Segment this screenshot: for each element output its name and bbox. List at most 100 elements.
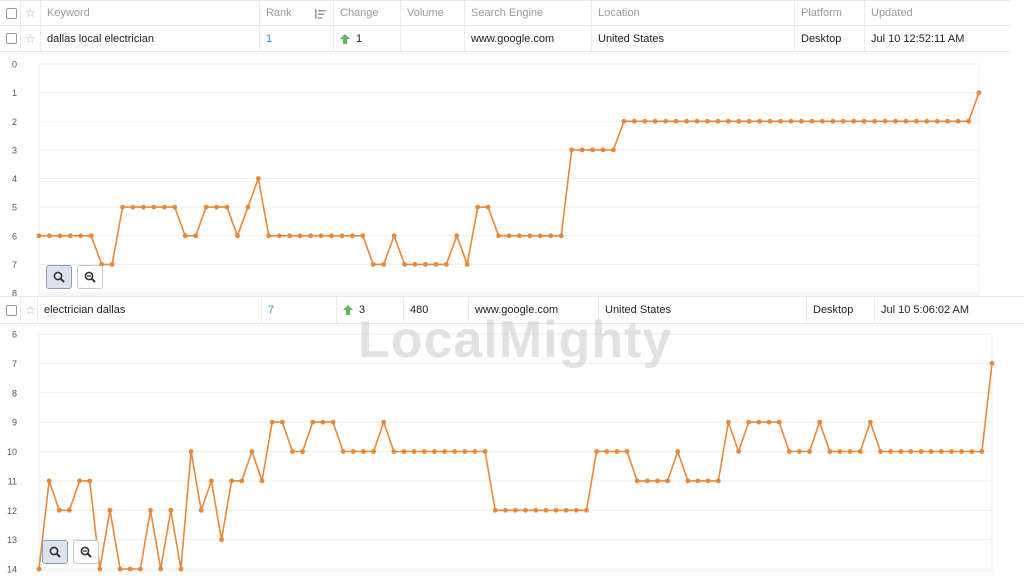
data-point: [168, 507, 174, 513]
data-point: [837, 449, 843, 454]
data-point: [117, 566, 123, 572]
data-point: [655, 478, 660, 484]
data-point: [178, 566, 184, 572]
data-point: [736, 449, 741, 454]
y-tick-label: 3: [12, 145, 17, 155]
data-point: [882, 118, 888, 124]
star-icon[interactable]: ☆: [25, 303, 36, 317]
rank-link[interactable]: 1: [266, 33, 272, 45]
column-header-search-engine[interactable]: Search Engine: [464, 1, 591, 25]
data-point: [371, 449, 376, 454]
data-point: [600, 147, 606, 153]
data-point: [310, 419, 316, 425]
data-point: [340, 449, 346, 454]
y-tick-label: 4: [12, 174, 17, 184]
data-point: [644, 478, 650, 484]
data-point: [908, 449, 914, 454]
plot-frame: [38, 63, 980, 296]
y-tick-label: 14: [7, 565, 17, 575]
star-icon[interactable]: ☆: [25, 6, 36, 20]
data-point: [888, 449, 894, 454]
star-icon[interactable]: ☆: [25, 32, 36, 46]
data-point: [827, 449, 833, 454]
data-point: [442, 449, 447, 454]
sort-icon[interactable]: [315, 9, 327, 19]
rank-link[interactable]: 7: [268, 304, 274, 316]
y-tick-label: 9: [12, 418, 17, 428]
data-point: [198, 507, 204, 513]
row-checkbox[interactable]: [6, 304, 17, 316]
row-select-cell[interactable]: [0, 26, 20, 51]
data-point: [391, 233, 397, 239]
data-point: [443, 261, 449, 267]
data-point: [746, 419, 752, 425]
data-point: [673, 118, 679, 124]
data-point: [182, 233, 188, 239]
rank-history-chart: 6 7 8 9 10 11 12 13 14: [0, 326, 1024, 576]
rank-cell[interactable]: 1: [259, 26, 333, 51]
data-point: [411, 449, 417, 454]
column-header-change[interactable]: Change: [333, 1, 400, 25]
data-point: [279, 419, 285, 425]
select-all-checkbox[interactable]: [6, 7, 17, 19]
data-point: [36, 566, 42, 572]
y-tick-label: 1: [12, 88, 17, 98]
data-point: [928, 449, 934, 454]
data-point: [955, 118, 961, 124]
data-point: [329, 233, 334, 239]
data-point: [188, 449, 194, 454]
zoom-in-button[interactable]: [42, 540, 68, 564]
data-point: [945, 118, 951, 124]
data-point: [433, 261, 439, 267]
data-point: [496, 233, 501, 239]
data-point: [239, 478, 245, 484]
keyword-cell[interactable]: electrician dallas: [37, 297, 261, 323]
data-point: [817, 419, 823, 425]
platform-cell: Desktop: [806, 297, 874, 323]
data-point: [563, 507, 569, 513]
column-header-volume[interactable]: Volume: [400, 1, 464, 25]
up-arrow-icon: [340, 33, 350, 44]
data-point: [492, 507, 498, 513]
data-point: [276, 233, 282, 239]
data-point: [130, 204, 136, 210]
table-row[interactable]: ☆ dallas local electrician 1 1 www.googl…: [0, 26, 1010, 52]
keyword-cell[interactable]: dallas local electrician: [40, 26, 259, 51]
row-checkbox[interactable]: [6, 33, 17, 44]
data-point: [778, 118, 783, 124]
row-star-cell[interactable]: ☆: [20, 26, 40, 51]
data-point: [746, 118, 752, 124]
zoom-out-button[interactable]: [77, 265, 103, 289]
table-header: ☆ Keyword Rank Change Volume Search Engi…: [0, 0, 1010, 26]
row-select-cell[interactable]: [0, 297, 20, 323]
zoom-in-button[interactable]: [46, 265, 72, 289]
column-header-keyword[interactable]: Keyword: [40, 1, 259, 25]
updated-cell: Jul 10 5:06:02 AM: [874, 297, 1024, 323]
column-header-rank[interactable]: Rank: [259, 1, 333, 25]
data-point: [401, 449, 407, 454]
data-point: [391, 449, 397, 454]
star-header-cell[interactable]: ☆: [20, 1, 40, 25]
table-row[interactable]: ☆ electrician dallas 7 3 480 www.google.…: [0, 296, 1024, 324]
select-all-cell[interactable]: [0, 1, 20, 25]
search-engine-cell: www.google.com: [464, 26, 591, 51]
data-point: [611, 147, 616, 153]
rank-cell[interactable]: 7: [261, 297, 336, 323]
zoom-in-icon: [49, 546, 61, 558]
data-point: [78, 233, 84, 239]
search-engine-cell: www.google.com: [468, 297, 598, 323]
data-point: [381, 261, 387, 267]
data-point: [47, 233, 52, 239]
data-point: [799, 118, 804, 124]
data-point: [148, 507, 153, 513]
data-point: [297, 233, 303, 239]
column-header-platform[interactable]: Platform: [794, 1, 864, 25]
data-point: [224, 204, 230, 210]
data-point: [77, 478, 82, 484]
column-header-location[interactable]: Location: [591, 1, 794, 25]
zoom-out-button[interactable]: [73, 540, 99, 564]
data-point: [109, 261, 115, 267]
data-point: [786, 449, 792, 454]
column-header-updated[interactable]: Updated: [864, 1, 1010, 25]
data-point: [452, 449, 458, 454]
